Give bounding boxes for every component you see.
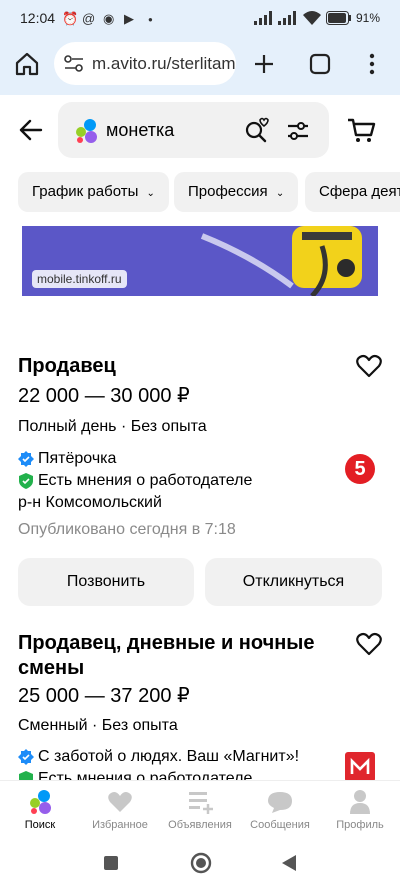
- listing-price: 25 000 — 37 200 ₽: [18, 685, 190, 707]
- filters-icon[interactable]: [286, 120, 310, 142]
- magnit-logo: [345, 752, 375, 782]
- recents-icon[interactable]: [104, 856, 118, 870]
- filter-chip-profession[interactable]: Профессия ⌄: [174, 172, 299, 212]
- chevron-down-icon: ⌄: [275, 188, 285, 199]
- listing-conditions: Сменный · Без опыта: [18, 717, 178, 734]
- status-bar: 12:04 ⏰ @ ◉ ▶ ● 91%: [0, 0, 400, 38]
- respond-button[interactable]: Откликнуться: [205, 558, 382, 606]
- filter-chip-sphere[interactable]: Сфера деят: [305, 172, 400, 212]
- listing-title-cont[interactable]: смены: [18, 656, 84, 681]
- status-time: 12:04: [20, 10, 56, 26]
- filter-chip-schedule[interactable]: График работы ⌄: [18, 172, 169, 212]
- listing-title[interactable]: Продавец: [18, 354, 116, 379]
- more-notifications-dot: ●: [148, 15, 153, 24]
- magnit-logo-icon: [350, 757, 370, 774]
- verified-badge-icon: [18, 749, 34, 765]
- banner-site: mobile.tinkoff.ru: [32, 270, 127, 288]
- app-notification-icon: ◉: [103, 11, 115, 26]
- nav-label: Поиск: [24, 819, 56, 831]
- signal-icon: [254, 11, 272, 25]
- employer-name[interactable]: С заботой о людях. Ваш «Магнит»!: [38, 748, 299, 766]
- url-text[interactable]: m.avito.ru/sterlitamak/vakansii: [92, 54, 236, 74]
- battery-percent: 91%: [356, 11, 381, 25]
- signal-icon-2: [278, 11, 296, 25]
- avito-search-icon: [30, 790, 51, 814]
- profile-icon: [350, 790, 370, 814]
- wifi-icon: [303, 11, 321, 25]
- address-bar[interactable]: m.avito.ru/sterlitamak/vakansii: [54, 42, 236, 85]
- system-navigation: [0, 836, 400, 889]
- listing-district: р-н Комсомольский: [18, 494, 162, 511]
- employer-reviews: Есть мнения о работодателе: [38, 472, 253, 489]
- battery-icon: [326, 11, 351, 25]
- search-field[interactable]: монетка: [58, 102, 329, 158]
- search-query[interactable]: монетка: [106, 120, 174, 141]
- heart-icon: [108, 792, 132, 812]
- listing-conditions: Полный день · Без опыта: [18, 418, 207, 435]
- cart-icon[interactable]: [346, 116, 376, 144]
- logo-text: 5: [354, 458, 366, 480]
- messages-icon: [268, 792, 292, 813]
- pyaterochka-logo: 5: [345, 454, 375, 484]
- play-notification-icon: ▶: [124, 11, 134, 26]
- nav-label: Профиль: [336, 819, 384, 831]
- nav-label: Объявления: [168, 819, 232, 831]
- employer-name[interactable]: Пятёрочка: [38, 450, 116, 468]
- filter-chip-label: График работы: [32, 183, 139, 200]
- published-time: Опубликовано сегодня в 7:18: [18, 521, 236, 538]
- ad-banner[interactable]: mobile.tinkoff.ru: [22, 226, 378, 296]
- filter-chip-label: Профессия: [188, 183, 268, 200]
- new-tab-icon[interactable]: [252, 52, 276, 76]
- site-settings-icon[interactable]: [64, 55, 84, 73]
- chevron-down-icon: ⌄: [146, 188, 155, 199]
- tabs-icon[interactable]: [308, 52, 332, 76]
- nav-label: Сообщения: [250, 819, 310, 831]
- home-button-icon[interactable]: [190, 852, 212, 874]
- home-icon[interactable]: [14, 51, 40, 77]
- back-arrow-icon[interactable]: [18, 118, 44, 142]
- avito-logo-icon: [76, 119, 97, 143]
- verified-badge-icon: [18, 451, 34, 467]
- alarm-icon: ⏰: [62, 11, 79, 26]
- browser-toolbar: m.avito.ru/sterlitamak/vakansii: [0, 38, 400, 95]
- listings-icon: [189, 792, 213, 814]
- listing-price: 22 000 — 30 000 ₽: [18, 385, 190, 407]
- call-button[interactable]: Позвонить: [18, 558, 194, 606]
- favorite-heart-icon[interactable]: [356, 632, 382, 656]
- reviews-shield-icon: [19, 473, 33, 489]
- at-icon: @: [82, 11, 96, 26]
- listing-title[interactable]: Продавец, дневные и ночные: [18, 631, 315, 656]
- nav-label: Избранное: [92, 819, 148, 831]
- filter-chip-label: Сфера деят: [319, 183, 400, 200]
- bottom-navigation: Поиск Избранное Объявления Сообщения Про…: [0, 780, 400, 836]
- browser-menu-icon[interactable]: [366, 52, 378, 76]
- favorite-heart-icon[interactable]: [356, 354, 382, 378]
- back-button-icon[interactable]: [282, 855, 296, 871]
- banner-artwork: [172, 226, 378, 296]
- saved-search-icon[interactable]: [244, 116, 270, 144]
